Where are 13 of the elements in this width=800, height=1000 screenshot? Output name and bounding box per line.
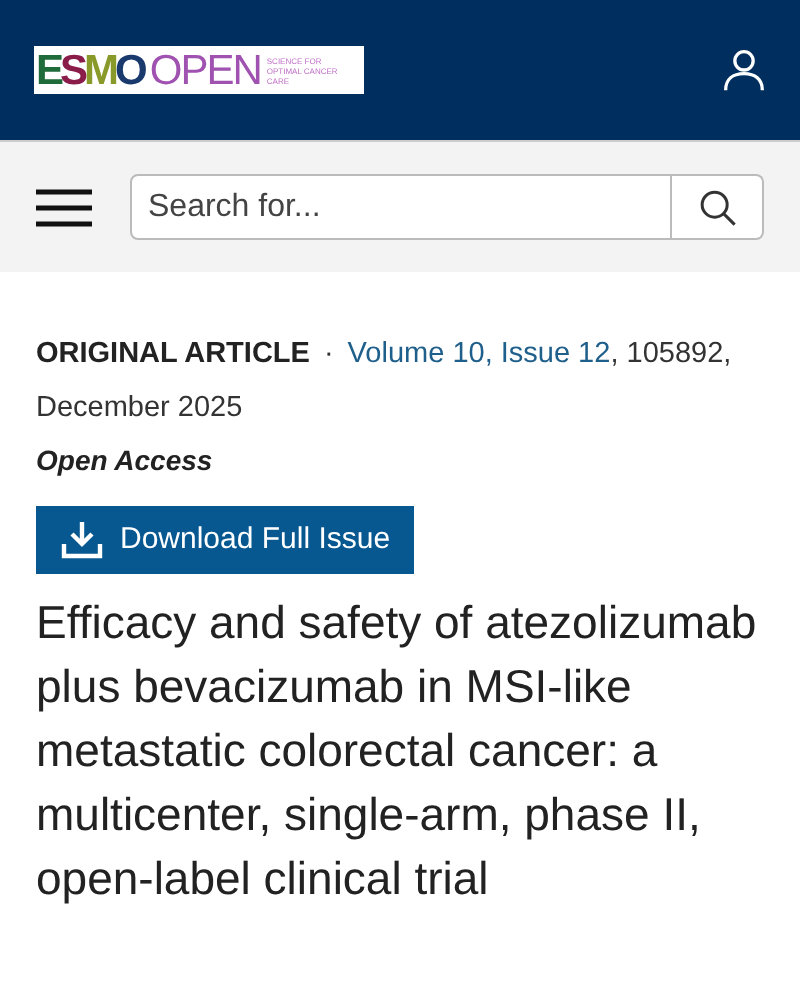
user-icon[interactable] bbox=[722, 48, 766, 92]
download-button[interactable]: Download Full Issue bbox=[36, 506, 415, 574]
logo-product: OPEN bbox=[149, 49, 261, 91]
download-icon bbox=[60, 520, 104, 560]
menu-icon[interactable] bbox=[36, 187, 92, 227]
open-access-label: Open Access bbox=[36, 442, 215, 480]
search-icon bbox=[697, 187, 737, 227]
search-button[interactable] bbox=[672, 174, 764, 240]
logo-brand: ESMO bbox=[36, 49, 144, 91]
search-field[interactable]: Search for... bbox=[130, 174, 672, 240]
issue-link[interactable]: Volume 10, Issue 12 bbox=[347, 338, 611, 370]
article-citation: ORIGINAL ARTICLE · Volume 10, Issue 12, 105892, December 2025 bbox=[36, 336, 734, 428]
article-title: Efficacy and safety of atezolizumab plus bevacizumab in MSI-like metastatic colorectal cancer: a multicenter, single-arm, phase II, open-label clinical trial bbox=[36, 594, 759, 908]
